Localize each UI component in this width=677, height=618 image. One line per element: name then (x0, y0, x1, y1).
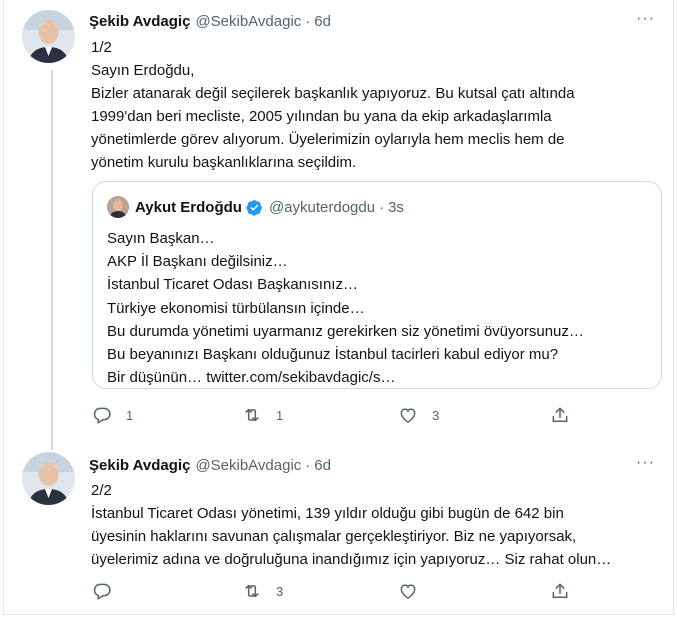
avatar-image (22, 452, 75, 505)
quoted-tweet-text: Sayın Başkan… AKP İl Başkanı değilsiniz…… (107, 227, 647, 389)
more-icon[interactable]: ··· (636, 454, 655, 472)
like-icon (400, 584, 416, 599)
reply-button[interactable]: 1 (92, 405, 133, 425)
avatar-image (22, 10, 75, 63)
quoted-tweet-header: Aykut Erdoğdu @aykuterdogdu · 3s (107, 196, 404, 218)
retweet-count: 3 (276, 583, 284, 599)
quoted-line: Bir düşünün… twitter.com/sekibavdagic/s… (107, 369, 396, 387)
tweet-line: yönetim kurulu başkanlıklarına seçildim. (91, 154, 357, 171)
retweet-icon (245, 584, 259, 598)
like-button[interactable] (398, 581, 432, 601)
more-icon[interactable]: ··· (636, 10, 655, 28)
author-name[interactable]: Şekib Avdagiç (89, 456, 190, 476)
author-name[interactable]: Şekib Avdagiç (89, 12, 190, 32)
quoted-avatar[interactable] (107, 196, 129, 218)
quoted-timestamp[interactable]: 3s (388, 199, 404, 216)
author-handle[interactable]: @SekibAvdagic (195, 12, 301, 32)
retweet-button[interactable]: 1 (242, 405, 283, 425)
timestamp[interactable]: 6d (314, 456, 331, 476)
retweet-button[interactable]: 3 (242, 581, 283, 601)
reply-icon (93, 407, 111, 425)
author-handle[interactable]: @SekibAvdagic (195, 456, 301, 476)
quoted-line: AKP İl Başkanı değilsiniz… (107, 253, 288, 271)
tweet-line: 1/2 (91, 39, 112, 56)
tweet-thread: Şekib Avdagiç @SekibAvdagic · 6d ··· 1/2… (3, 0, 674, 615)
tweet-line: üyesinin haklarını savunan çalışmalar ge… (91, 528, 577, 545)
tweet-actions: 1 1 3 (92, 405, 572, 427)
share-button[interactable] (550, 581, 570, 601)
thread-connector-line (51, 70, 53, 450)
separator-dot: · (379, 198, 385, 216)
quoted-line: Bu beyanınızı Başkanı olduğunuz İstanbul… (107, 346, 559, 364)
like-count: 3 (432, 407, 440, 423)
quoted-line: Türkiye ekonomisi türbülansın içinde… (107, 299, 365, 317)
tweet-line: 1999'dan beri mecliste, 2005 yılından bu… (91, 108, 552, 125)
tweet-line: Bizler atanarak değil seçilerek başkanlı… (91, 85, 575, 102)
avatar[interactable] (22, 452, 75, 505)
share-button[interactable] (550, 405, 570, 425)
tweet-line: 2/2 (91, 482, 112, 499)
separator-dot: · (305, 457, 311, 474)
tweet-line: üyelerimiz adına ve doğruluğuna inandığı… (91, 551, 612, 568)
tweet-text: 1/2 Sayın Erdoğdu, Bizler atanarak değil… (91, 36, 661, 174)
reply-count: 1 (126, 407, 134, 423)
quoted-tweet[interactable]: Aykut Erdoğdu @aykuterdogdu · 3s Sayın B… (92, 181, 662, 389)
share-icon (552, 407, 568, 422)
separator-dot: · (305, 13, 311, 30)
tweet-line: İstanbul Ticaret Odası yönetimi, 139 yıl… (91, 505, 564, 522)
tweet-header: Şekib Avdagiç @SekibAvdagic · 6d (89, 12, 331, 32)
tweet-line: Sayın Erdoğdu, (91, 62, 195, 79)
tweet-header: Şekib Avdagiç @SekibAvdagic · 6d (89, 456, 331, 476)
quoted-author-name[interactable]: Aykut Erdoğdu (135, 199, 242, 216)
avatar[interactable] (22, 10, 75, 63)
timestamp[interactable]: 6d (314, 12, 331, 32)
tweet-text: 2/2 İstanbul Ticaret Odası yönetimi, 139… (91, 479, 661, 571)
quoted-avatar-image (107, 196, 129, 218)
retweet-icon (245, 408, 259, 422)
tweet-line: yönetimlerde görev alıyorum. Üyelerimizi… (91, 131, 565, 148)
reply-icon (93, 583, 111, 601)
verified-icon (246, 199, 263, 216)
share-icon (552, 583, 568, 598)
quoted-line: Sayın Başkan… (107, 230, 215, 247)
quoted-author-handle[interactable]: @aykuterdogdu (269, 199, 375, 216)
like-icon (400, 408, 416, 423)
like-button[interactable]: 3 (398, 405, 439, 425)
retweet-count: 1 (276, 407, 284, 423)
quoted-line: İstanbul Ticaret Odası Başkanısınız… (107, 276, 358, 294)
quoted-line: Bu durumda yönetimi uyarmanız gerekirken… (107, 322, 584, 340)
tweet-actions: 3 (92, 581, 572, 603)
reply-button[interactable] (92, 581, 126, 601)
